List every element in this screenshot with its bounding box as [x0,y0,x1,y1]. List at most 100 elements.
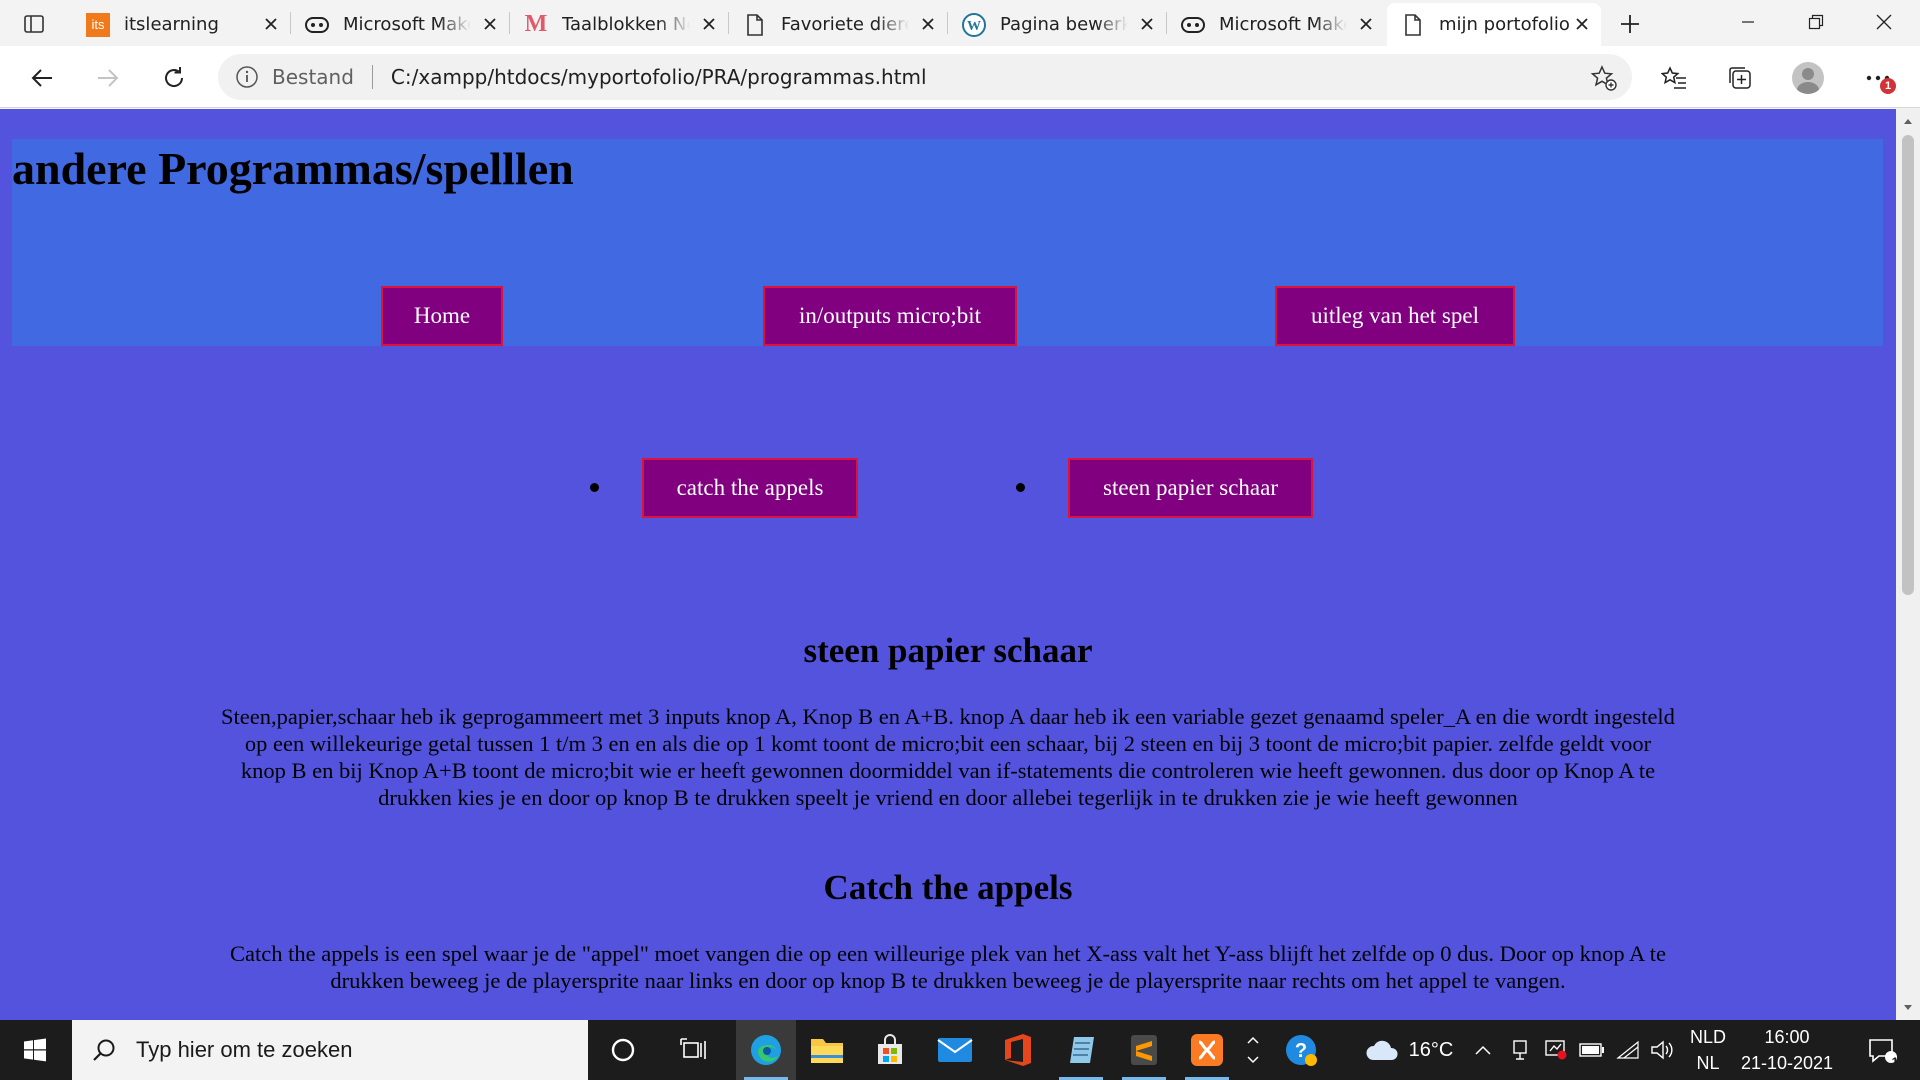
settings-menu-button[interactable]: 1 [1858,58,1898,98]
tab-favoriete-dieren[interactable]: Favoriete diere [729,3,947,46]
m-logo-icon: M [524,11,548,37]
nav-inoutputs-button[interactable]: in/outputs micro;bit [763,286,1017,346]
close-tab-icon[interactable] [1571,13,1593,35]
battery-icon[interactable] [1576,1020,1608,1080]
file-explorer-button[interactable] [797,1020,857,1080]
close-tab-icon[interactable] [1355,13,1377,35]
close-tab-icon[interactable] [917,13,939,35]
sublime-icon [1131,1035,1157,1065]
store-button[interactable] [860,1020,920,1080]
xampp-button[interactable] [1177,1020,1237,1080]
minimize-icon [1742,21,1754,23]
close-window-button[interactable] [1850,0,1918,44]
clock-date: 21-10-2021 [1740,1053,1834,1073]
security-tray-icon[interactable] [1538,1020,1574,1080]
cloud-icon [1366,1040,1398,1060]
office-icon [1005,1034,1031,1066]
site-scheme-label: Bestand [272,65,354,89]
section-text-catch: Catch the appels is een spel waar je de … [230,941,1666,993]
action-center-button[interactable]: 1 [1852,1020,1912,1080]
list-bullet [590,483,599,492]
tab-pagina-bewerken[interactable]: W Pagina bewerke [948,3,1166,46]
office-button[interactable] [988,1020,1048,1080]
clock-time: 16:00 [1764,1027,1810,1047]
address-bar[interactable]: Bestand C:/xampp/htdocs/myportofolio/PRA… [218,54,1632,100]
makecode-icon [1181,13,1205,37]
tab-title: itslearning [124,14,219,35]
url-text[interactable]: C:/xampp/htdocs/myportofolio/PRA/program… [391,65,927,89]
page-icon [743,13,767,37]
section-title-steen: steen papier schaar [803,631,1093,670]
new-tab-button[interactable] [1614,8,1646,40]
language-indicator[interactable]: NLD NL [1686,1024,1730,1076]
task-view-icon [680,1038,706,1059]
sublime-text-button[interactable] [1114,1020,1174,1080]
tab-title: Taalblokken Ne [562,14,690,35]
section-title-catch: Catch the appels [823,868,1073,907]
search-icon [90,1036,118,1064]
weather-widget[interactable]: 16°C [1354,1020,1464,1080]
profile-button[interactable] [1788,58,1828,98]
tab-actions-icon [24,15,44,33]
tab-actions-button[interactable] [14,10,54,38]
scrollbar-thumb[interactable] [1902,135,1914,595]
notepad-button[interactable] [1051,1020,1111,1080]
vertical-scrollbar[interactable] [1896,109,1920,1020]
chevron-up-icon [1475,1045,1491,1055]
plus-icon [1621,15,1639,33]
info-icon[interactable] [234,64,260,90]
taskbar-search-box[interactable]: Typ hier om te zoeken [72,1020,588,1080]
mail-icon [937,1038,973,1062]
restore-button[interactable] [1782,0,1850,44]
volume-icon[interactable] [1646,1020,1678,1080]
page-viewport: andere Programmas/spelllen Home in/outpu… [0,109,1920,1020]
close-icon [1876,14,1892,30]
taskbar-scroll-arrows[interactable] [1238,1020,1268,1080]
scroll-down-icon[interactable] [1902,1002,1914,1014]
search-placeholder: Typ hier om te zoeken [136,1037,353,1062]
tab-mijn-portofolio[interactable]: mijn portofolio [1387,3,1601,46]
nav-uitleg-button[interactable]: uitleg van het spel [1275,286,1515,346]
store-icon [878,1034,902,1064]
tab-strip: its itslearning Microsoft Make M Taalblo… [0,0,1920,46]
site-header: andere Programmas/spelllen Home in/outpu… [12,139,1883,346]
add-favorite-icon[interactable] [1590,64,1618,92]
collections-button[interactable] [1720,58,1760,98]
restore-icon [1808,14,1824,30]
tab-microsoft-makecode-2[interactable]: Microsoft Make [1167,3,1385,46]
help-button[interactable]: ? [1276,1020,1326,1080]
tab-microsoft-makecode-1[interactable]: Microsoft Make [291,3,509,46]
refresh-icon [165,67,184,87]
notification-badge: 1 [1880,78,1896,94]
edge-icon [751,1035,781,1065]
makecode-icon [305,13,329,37]
cortana-button[interactable] [593,1020,653,1080]
scroll-up-icon[interactable] [1902,115,1914,127]
close-tab-icon[interactable] [479,13,501,35]
taskbar-clock[interactable]: 16:00 21-10-2021 [1732,1024,1842,1076]
windows-taskbar: Typ hier om te zoeken ? 16°C NLD NL 16:0… [0,1020,1920,1080]
forward-button[interactable] [88,58,128,98]
tab-taalblokken[interactable]: M Taalblokken Ne [510,3,728,46]
mail-button[interactable] [925,1020,985,1080]
favorites-list-icon [1661,66,1686,89]
weather-temperature: 16°C [1408,1038,1454,1061]
nav-home-button[interactable]: Home [381,286,503,346]
close-tab-icon[interactable] [698,13,720,35]
catch-the-appels-button[interactable]: catch the appels [642,458,858,518]
usb-tray-icon[interactable] [1504,1020,1536,1080]
back-button[interactable] [22,58,62,98]
wifi-icon[interactable] [1612,1020,1644,1080]
close-tab-icon[interactable] [260,13,282,35]
refresh-button[interactable] [154,58,194,98]
favorites-button[interactable] [1654,58,1694,98]
steen-papier-schaar-button[interactable]: steen papier schaar [1068,458,1313,518]
task-view-button[interactable] [663,1020,723,1080]
start-button[interactable] [0,1020,70,1080]
tab-itslearning[interactable]: its itslearning [72,3,290,46]
close-tab-icon[interactable] [1136,13,1158,35]
minimize-button[interactable] [1714,0,1782,44]
show-hidden-icons-button[interactable] [1470,1020,1496,1080]
tab-title: Microsoft Make [1219,14,1347,35]
edge-taskbar-button[interactable] [736,1020,796,1080]
